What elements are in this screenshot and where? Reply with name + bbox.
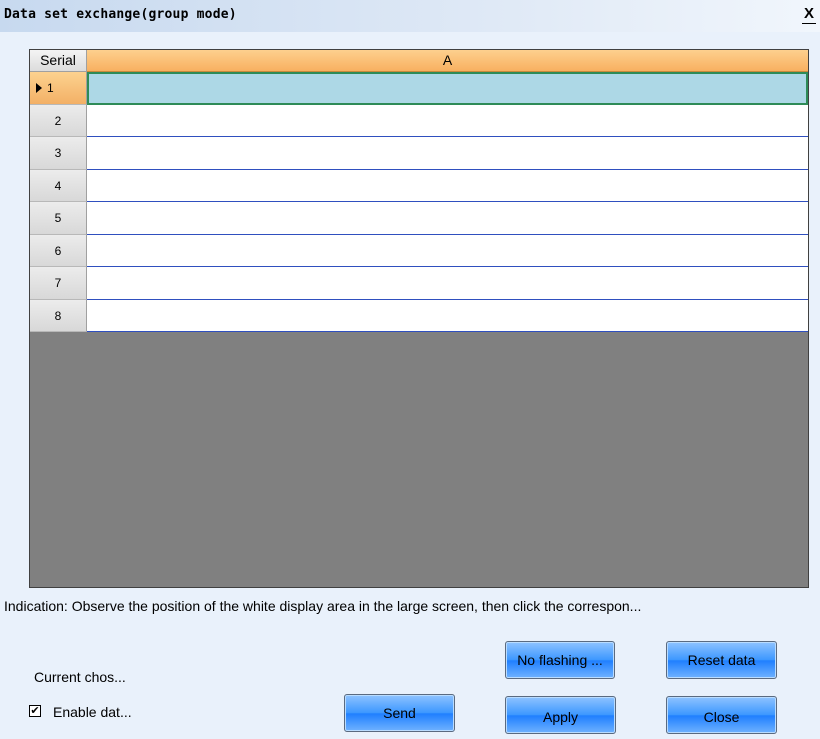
row-serial-label: 6 bbox=[54, 243, 62, 258]
send-button[interactable]: Send bbox=[344, 694, 455, 732]
row-serial-label: 1 bbox=[47, 81, 54, 95]
table-row[interactable]: 3 bbox=[30, 137, 808, 170]
table-row[interactable]: 4 bbox=[30, 169, 808, 202]
window-title: Data set exchange(group mode) bbox=[4, 7, 237, 22]
row-pointer-icon bbox=[36, 83, 42, 93]
table-row[interactable]: 5 bbox=[30, 202, 808, 235]
table-row[interactable]: 7 bbox=[30, 267, 808, 300]
enable-data-label: Enable dat... bbox=[53, 704, 132, 720]
row-serial[interactable]: 3 bbox=[30, 137, 87, 170]
row-cell-a[interactable] bbox=[87, 202, 808, 235]
row-serial[interactable]: 8 bbox=[30, 299, 87, 332]
data-grid: Serial A 1 2 3 4 5 6 7 8 bbox=[29, 49, 809, 588]
row-cell-a[interactable] bbox=[87, 72, 808, 105]
row-serial[interactable]: 7 bbox=[30, 267, 87, 300]
column-header-serial[interactable]: Serial bbox=[30, 50, 87, 72]
row-cell-a[interactable] bbox=[87, 104, 808, 137]
checkmark-icon: ✔ bbox=[30, 705, 40, 717]
indication-text: Indication: Observe the position of the … bbox=[4, 598, 642, 614]
row-cell-a[interactable] bbox=[87, 299, 808, 332]
row-serial-label: 5 bbox=[54, 211, 62, 225]
row-serial[interactable]: 2 bbox=[30, 104, 87, 137]
row-cell-a[interactable] bbox=[87, 137, 808, 170]
row-serial[interactable]: 4 bbox=[30, 169, 87, 202]
row-serial[interactable]: 5 bbox=[30, 202, 87, 235]
table-row[interactable]: 8 bbox=[30, 299, 808, 332]
enable-data-checkbox[interactable]: ✔ bbox=[29, 705, 41, 717]
row-serial-label: 3 bbox=[54, 146, 62, 160]
row-cell-a[interactable] bbox=[87, 169, 808, 202]
row-serial-label: 4 bbox=[54, 178, 62, 193]
row-cell-a[interactable] bbox=[87, 234, 808, 267]
table-row[interactable]: 6 bbox=[30, 234, 808, 267]
row-serial-label: 7 bbox=[54, 276, 62, 290]
table-row[interactable]: 1 bbox=[30, 72, 808, 105]
dialog-window: Data set exchange(group mode) X Serial A… bbox=[0, 0, 820, 739]
column-header-a[interactable]: A bbox=[87, 50, 808, 72]
row-serial-label: 8 bbox=[54, 308, 62, 323]
apply-button[interactable]: Apply bbox=[505, 696, 616, 734]
current-choice-label: Current chos... bbox=[34, 669, 126, 685]
title-bar[interactable]: Data set exchange(group mode) X bbox=[0, 0, 820, 32]
row-serial[interactable]: 6 bbox=[30, 234, 87, 267]
close-button[interactable]: Close bbox=[666, 696, 777, 734]
row-cell-a[interactable] bbox=[87, 267, 808, 300]
no-flashing-button[interactable]: No flashing ... bbox=[505, 641, 615, 679]
row-serial[interactable]: 1 bbox=[30, 72, 87, 105]
close-icon[interactable]: X bbox=[802, 5, 816, 24]
reset-data-button[interactable]: Reset data bbox=[666, 641, 777, 679]
row-serial-label: 2 bbox=[54, 113, 62, 128]
table-row[interactable]: 2 bbox=[30, 104, 808, 137]
